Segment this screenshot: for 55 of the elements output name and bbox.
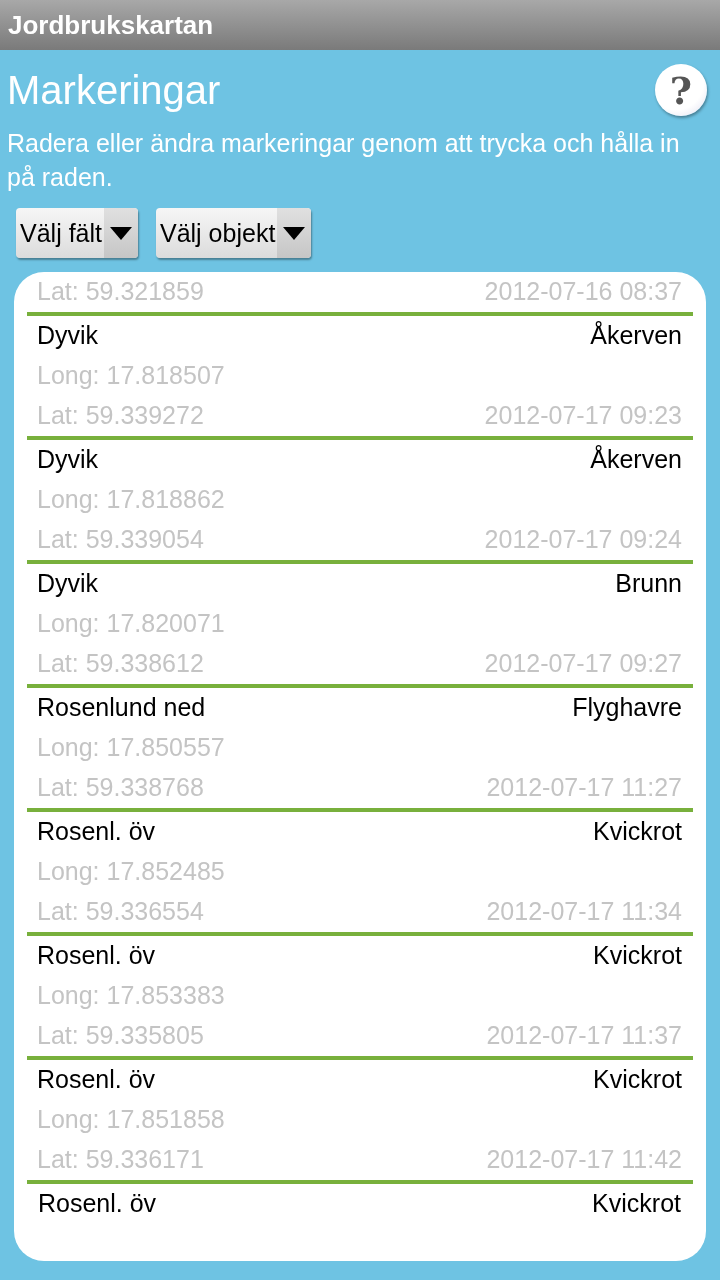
marking-row[interactable]: Rosenl. öv Kvickrot (28, 1184, 692, 1222)
dropdown-button[interactable]: Välj objekt (156, 208, 312, 258)
app-title: Jordbrukskartan (8, 9, 214, 41)
object-name: Flyghavre (572, 692, 682, 722)
field-name: Dyvik (37, 320, 99, 350)
field-name: Rosenl. öv (38, 1188, 157, 1218)
field-name: Rosenl. öv (37, 816, 156, 846)
field-name: Dyvik (37, 444, 99, 474)
field-name: Rosenlund ned (37, 692, 206, 722)
field-name: Dyvik (37, 568, 99, 598)
timestamp-text: 2012-07-17 09:24 (484, 524, 682, 554)
latitude-text: Lat: 59.336554 (37, 896, 204, 926)
marking-row[interactable]: Rosenlund ned Flyghavre Long: 17.850557 Lat: 59.338768 2012-07-17 11:27 (27, 688, 693, 812)
object-name: Kvickrot (592, 1188, 681, 1218)
latitude-text: Lat: 59.338612 (37, 648, 204, 678)
marking-row[interactable]: Dyvik Brunn Long: 17.820071 Lat: 59.338612 2012-07-17 09:27 (27, 564, 693, 688)
marking-row[interactable]: Rosenl. öv Kvickrot Long: 17.853383 Lat: 59.335805 2012-07-17 11:37 (27, 936, 693, 1060)
field-name: Rosenl. öv (37, 940, 156, 970)
object-name: Åkerven (590, 320, 682, 350)
marking-row[interactable]: Rosenl. öv Kvickrot Long: 17.852485 Lat: 59.336554 2012-07-17 11:34 (27, 812, 693, 936)
longitude-text: Long: 17.818507 (37, 360, 225, 390)
marking-row[interactable]: Dyvik Åkerven Long: 17.818507 Lat: 59.339272 2012-07-17 09:23 (27, 316, 693, 440)
object-name: Kvickrot (593, 816, 682, 846)
longitude-text: Long: 17.818862 (37, 484, 225, 514)
longitude-text: Long: 17.852485 (37, 856, 225, 886)
caret-icon (283, 226, 306, 240)
timestamp-text: 2012-07-17 11:37 (486, 1020, 682, 1050)
caret-icon (110, 226, 132, 240)
help-button[interactable]: ? (655, 64, 707, 116)
latitude-text: Lat: 59.339054 (37, 524, 204, 554)
marking-row[interactable]: Dyvik Åkerven Long: 17.818862 Lat: 59.339054 2012-07-17 09:24 (27, 440, 693, 564)
marking-row[interactable]: Rosenl. öv Kvickrot Long: 17.851858 Lat: 59.336171 2012-07-17 11:42 (27, 1060, 693, 1184)
page-title: Markeringar (7, 67, 221, 114)
field-name: Rosenl. öv (37, 1064, 156, 1094)
latitude-text: Lat: 59.336171 (37, 1144, 204, 1174)
latitude-text: Lat: 59.338768 (37, 772, 204, 802)
longitude-text: Long: 17.851858 (37, 1104, 225, 1134)
longitude-text: Long: 17.850557 (37, 732, 225, 762)
latitude-text: Lat: 59.321859 (37, 276, 204, 306)
object-name: Kvickrot (593, 940, 682, 970)
object-name: Brunn (615, 568, 682, 598)
object-name: Åkerven (590, 444, 682, 474)
timestamp-text: 2012-07-16 08:37 (484, 276, 682, 306)
latitude-text: Lat: 59.335805 (37, 1020, 204, 1050)
longitude-text: Long: 17.853383 (37, 980, 225, 1010)
dropdown-button[interactable]: Välj fält (16, 208, 138, 258)
timestamp-text: 2012-07-17 11:27 (486, 772, 682, 802)
timestamp-text: 2012-07-17 11:42 (486, 1144, 682, 1174)
timestamp-text: 2012-07-17 09:27 (484, 648, 682, 678)
longitude-text: Long: 17.820071 (37, 608, 225, 638)
latitude-text: Lat: 59.339272 (37, 400, 204, 430)
object-name: Kvickrot (593, 1064, 682, 1094)
timestamp-text: 2012-07-17 09:23 (484, 400, 682, 430)
timestamp-text: 2012-07-17 11:34 (486, 896, 682, 926)
description-text: Radera eller ändra markeringar genom att trycka och hålla in på raden. (7, 128, 681, 193)
